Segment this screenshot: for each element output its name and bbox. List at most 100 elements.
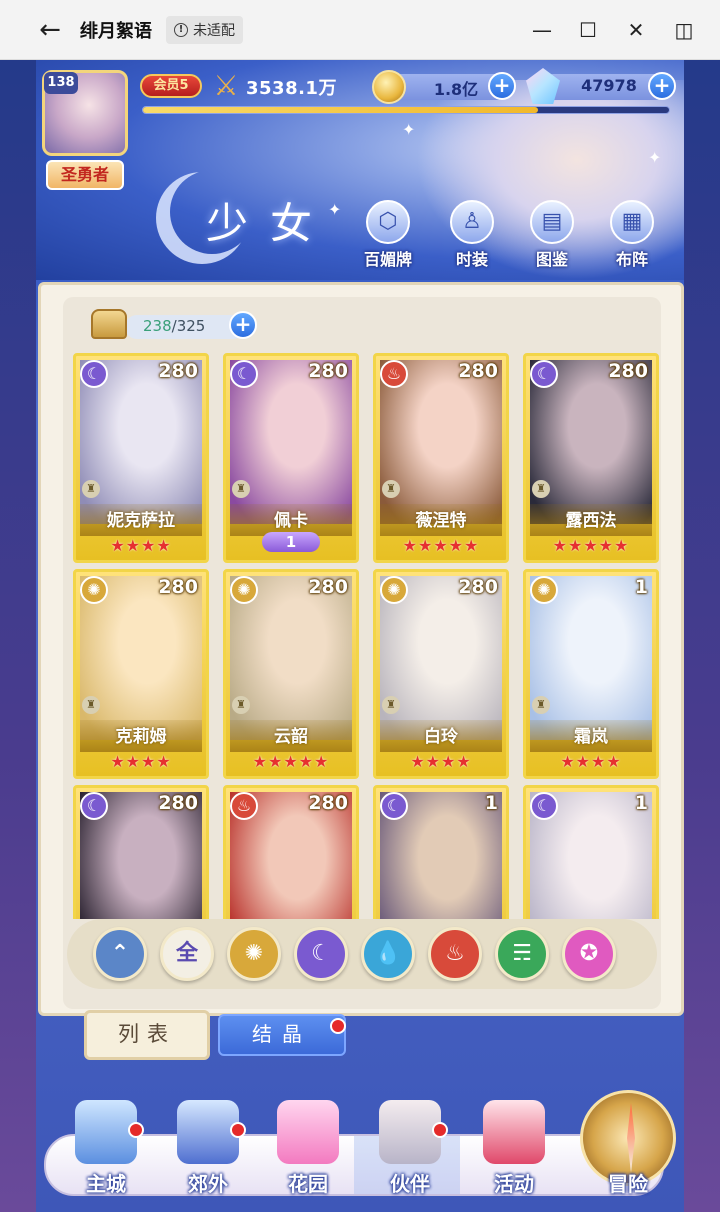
role-icon: ♜ (382, 480, 400, 498)
moon-element-icon: ☾ (530, 360, 558, 388)
character-level: 1 (634, 792, 648, 814)
costume-icon: ♙ (450, 200, 494, 244)
back-arrow-icon[interactable]: ← (36, 15, 64, 45)
character-level: 280 (458, 576, 498, 598)
notification-dot (330, 1018, 346, 1034)
compat-badge[interactable]: ! 未适配 (166, 15, 243, 44)
star-rating: ★★★★★ (402, 536, 480, 555)
character-name: 薇涅特 (415, 511, 467, 531)
pin-badge: 1 (262, 532, 320, 552)
character-card[interactable]: ☾ 1 (373, 785, 509, 919)
add-gem-button[interactable]: + (648, 72, 676, 100)
combat-power: 3538.1万 (246, 78, 337, 99)
light-element-icon: ✺ (230, 576, 258, 604)
role-icon: ♜ (532, 480, 550, 498)
character-level: 280 (158, 576, 198, 598)
filter-all-icon[interactable]: 全 (160, 927, 214, 981)
sparkle-icon: ✦ (648, 148, 662, 167)
character-card[interactable]: ✺ 1 ♜ 霜岚 ★★★★ (523, 569, 659, 779)
capacity-current: 238 (143, 317, 172, 335)
notification-dot (230, 1122, 246, 1138)
moon-element-icon: ☾ (80, 792, 108, 820)
gallery-button[interactable]: ▤ 图鉴 (522, 200, 582, 270)
character-grid: ☾ 280 ♜ 妮克萨拉 ★★★★ ☾ 280 ♜ 佩卡 1 ♨ 280 ♜ 薇涅特 ★★★★★ ☾ 280 ♜ 露… (73, 353, 661, 919)
sparkle-icon: ✦ (402, 120, 416, 139)
character-card[interactable]: ♨ 280 ♜ 薇涅特 ★★★★★ (373, 353, 509, 563)
minimize-icon[interactable]: — (530, 18, 554, 42)
card-deck-button[interactable]: ⬡ 百媚牌 (358, 200, 418, 270)
gem-amount: 47978 (581, 76, 637, 95)
filter-fire-icon[interactable]: ♨ (428, 927, 482, 981)
filter-moon-icon[interactable]: ☾ (294, 927, 348, 981)
character-level: 280 (608, 360, 648, 382)
nav-item-portal[interactable]: 郊外 (160, 1100, 256, 1200)
role-icon: ♜ (82, 696, 100, 714)
left-side-background (0, 60, 36, 1212)
vip-badge[interactable]: 会员5 (140, 74, 202, 98)
character-card[interactable]: ✺ 280 ♜ 白玲 ★★★★ (373, 569, 509, 779)
filter-star-icon[interactable]: ✪ (562, 927, 616, 981)
nav-item-castle[interactable]: 主城 (58, 1100, 154, 1200)
page-title: 少女 (206, 199, 335, 248)
character-card[interactable]: ☾ 280 ♜ 妮克萨拉 ★★★★ (73, 353, 209, 563)
moon-element-icon: ☾ (80, 360, 108, 388)
star-rating: ★★★★ (110, 536, 172, 555)
tab-crystal[interactable]: 结晶 (218, 1014, 346, 1056)
costume-button[interactable]: ♙ 时装 (442, 200, 502, 270)
formation-button[interactable]: ▦ 布阵 (602, 200, 662, 270)
expand-capacity-button[interactable]: + (229, 311, 257, 339)
nav-label: 活动 (494, 1172, 534, 1196)
nav-label: 郊外 (188, 1172, 228, 1196)
card-deck-icon: ⬡ (366, 200, 410, 244)
character-level: 280 (308, 792, 348, 814)
character-level: 280 (158, 792, 198, 814)
nav-item-adventure[interactable]: 冒险 (580, 1100, 676, 1200)
filter-wind-arrow-icon[interactable]: ⌃ (93, 927, 147, 981)
character-card[interactable]: ♨ 280 (223, 785, 359, 919)
player-title-badge[interactable]: 圣勇者 (46, 160, 124, 190)
character-card[interactable]: ☾ 280 ♜ 露西法 ★★★★★ (523, 353, 659, 563)
add-gold-button[interactable]: + (488, 72, 516, 100)
close-icon[interactable]: ✕ (624, 18, 648, 42)
star-rating: ★★★★ (110, 752, 172, 771)
character-card[interactable]: ☾ 280 ♜ 佩卡 1 (223, 353, 359, 563)
character-card[interactable]: ✺ 280 ♜ 克莉姆 ★★★★ (73, 569, 209, 779)
star-rating: ★★★★★ (252, 752, 330, 771)
filter-water-icon[interactable]: 💧 (361, 927, 415, 981)
formation-grid-icon: ▦ (610, 200, 654, 244)
character-list-panel: 238/325 + ☾ 280 ♜ 妮克萨拉 ★★★★ ☾ 280 ♜ 佩卡 1 ♨ 280 ♜ 薇涅特 ★… (38, 282, 684, 1016)
power-progress-bar (142, 106, 670, 114)
character-name: 白玲 (424, 727, 458, 747)
nav-label: 主城 (86, 1172, 126, 1196)
character-level: 280 (308, 360, 348, 382)
character-card[interactable]: ✺ 280 ♜ 云韶 ★★★★★ (223, 569, 359, 779)
tab-list[interactable]: 列表 (84, 1010, 210, 1060)
role-icon: ♜ (82, 480, 100, 498)
nav-label: 冒险 (608, 1172, 648, 1196)
moon-element-icon: ☾ (380, 792, 408, 820)
nav-item-gift[interactable]: 活动 (466, 1100, 562, 1200)
character-name: 云韶 (274, 727, 308, 747)
maximize-icon[interactable]: ☐ (576, 18, 600, 42)
character-card[interactable]: ☾ 1 (523, 785, 659, 919)
filter-light-icon[interactable]: ✺ (227, 927, 281, 981)
character-level: 1 (484, 792, 498, 814)
window-titlebar: ← 绯月絮语 ! 未适配 — ☐ ✕ ◫ (0, 0, 720, 60)
filter-wind-icon[interactable]: ☴ (495, 927, 549, 981)
info-icon: ! (174, 22, 188, 37)
gallery-label: 图鉴 (535, 250, 568, 269)
star-rating: ★★★★★ (552, 536, 630, 555)
character-name: 妮克萨拉 (107, 511, 175, 531)
character-name: 佩卡 (274, 511, 308, 531)
gold-coin-icon (372, 70, 406, 104)
capacity-text: 238/325 (143, 317, 205, 335)
sidebar-toggle-icon[interactable]: ◫ (672, 18, 696, 42)
nav-item-partner[interactable]: 伙伴 (362, 1100, 458, 1200)
character-card[interactable]: ☾ 280 (73, 785, 209, 919)
power-progress-fill (143, 107, 538, 113)
light-element-icon: ✺ (80, 576, 108, 604)
nav-label: 花园 (288, 1172, 328, 1196)
nav-item-heart[interactable]: 花园 (260, 1100, 356, 1200)
gift-icon (483, 1100, 545, 1164)
character-name: 克莉姆 (115, 727, 167, 747)
